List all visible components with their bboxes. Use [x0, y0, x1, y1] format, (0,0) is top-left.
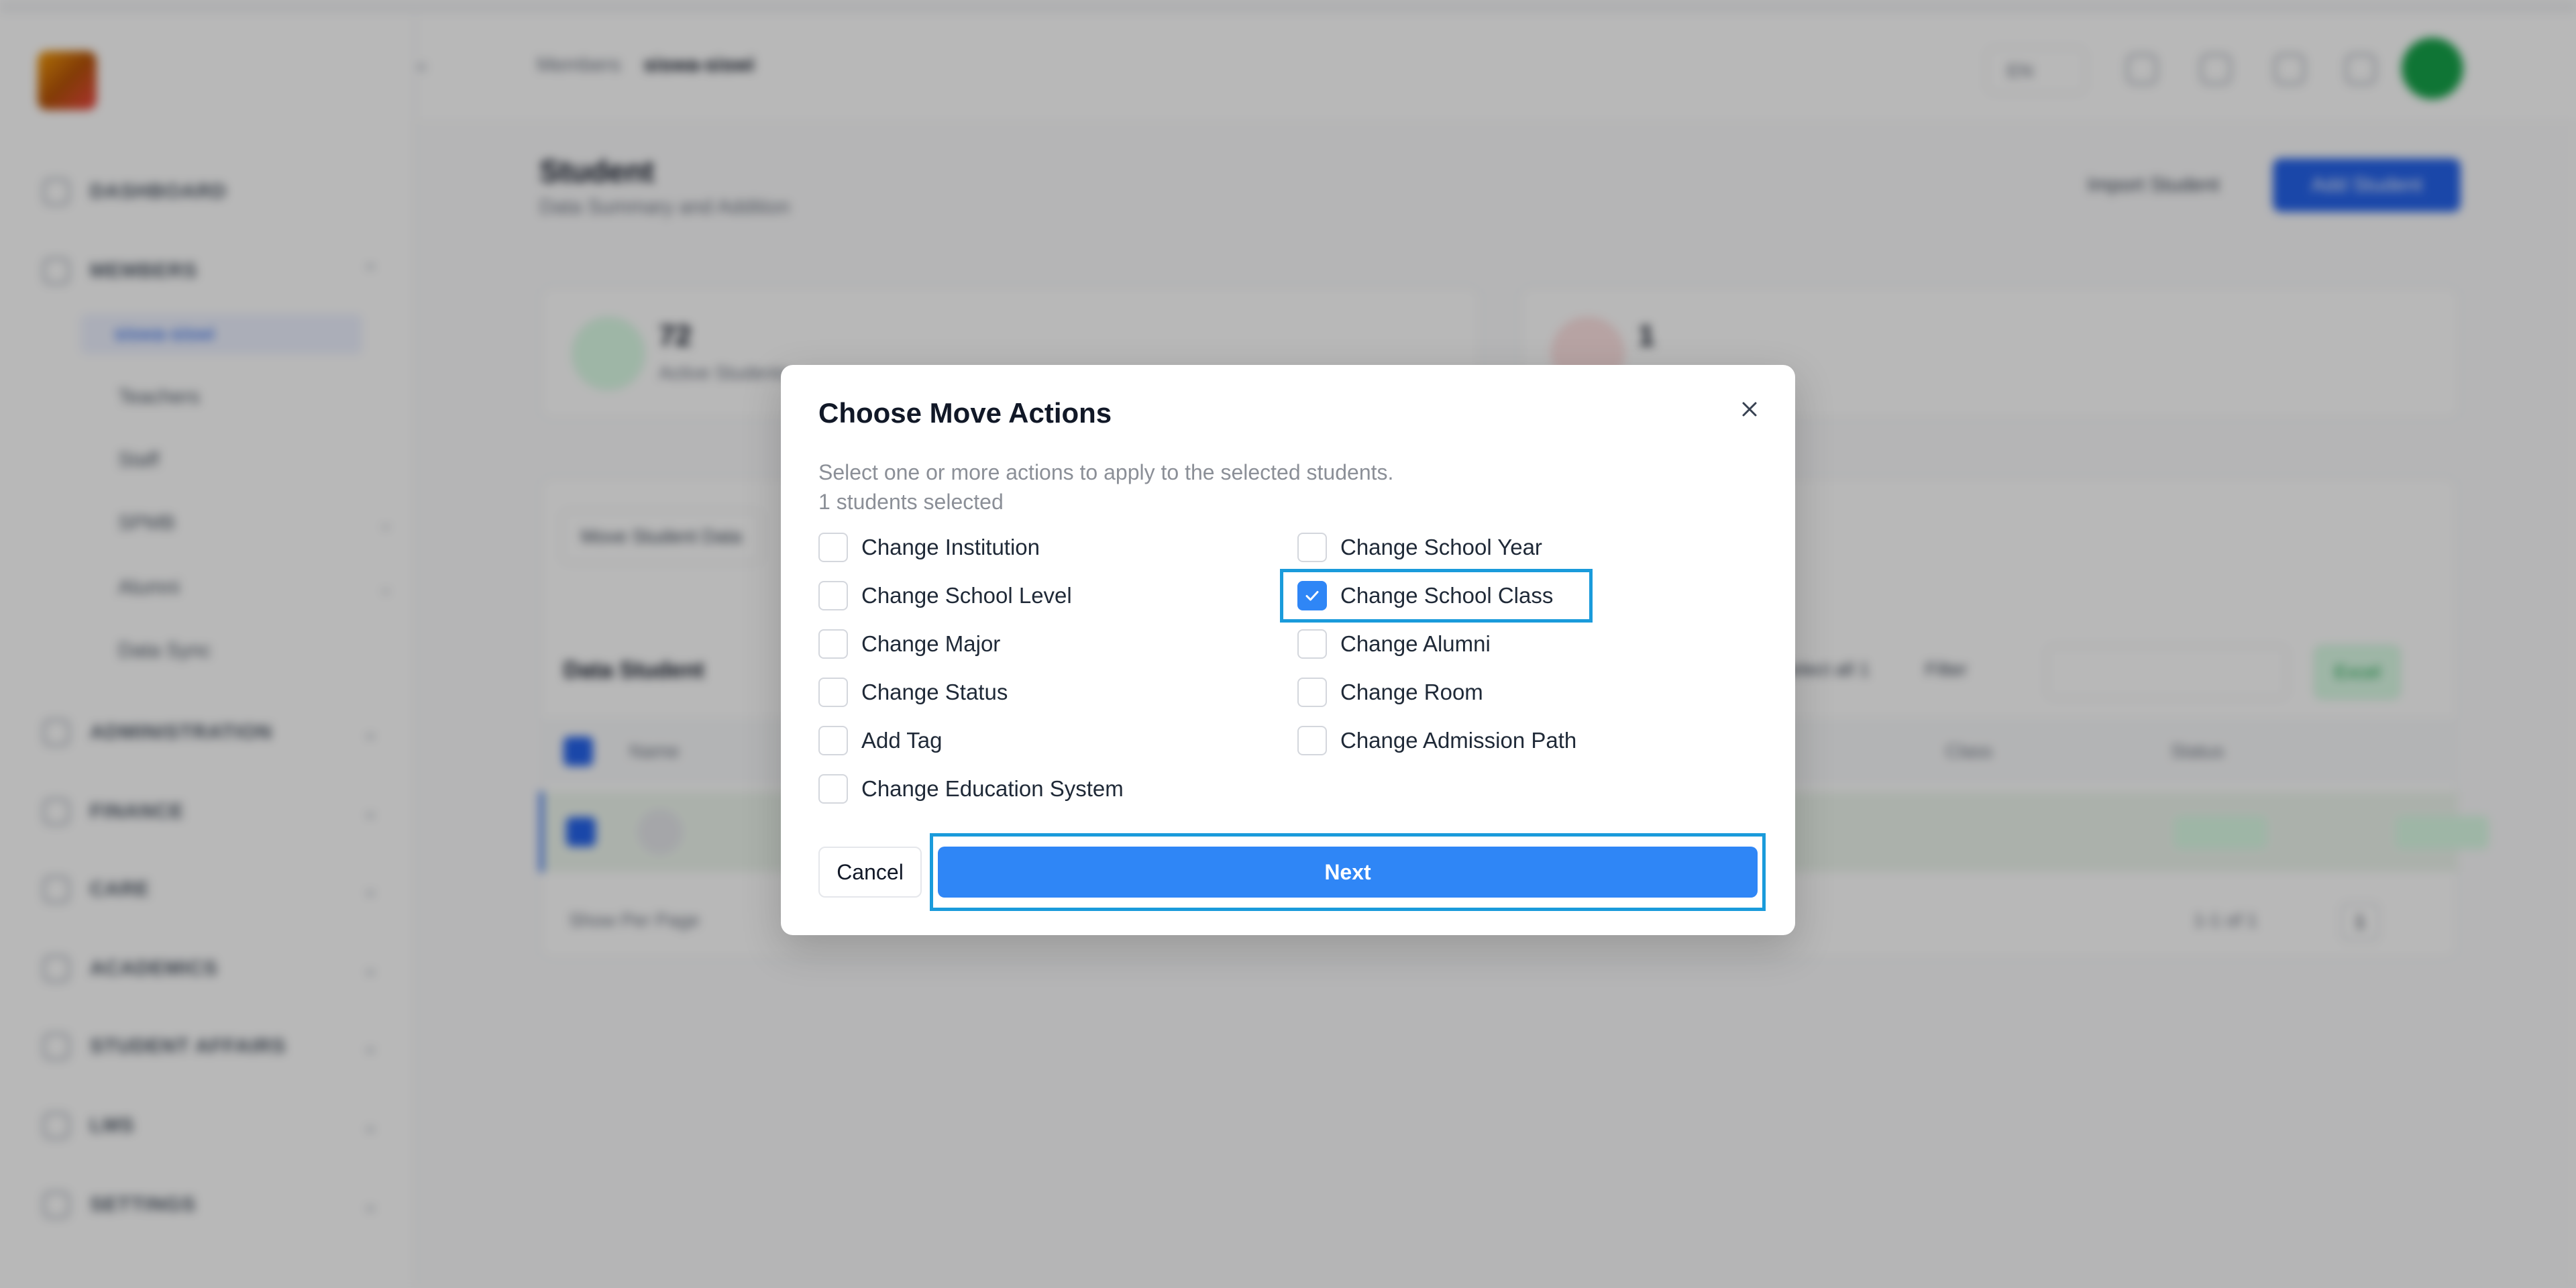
- option-change-school-class[interactable]: Change School Class: [1297, 577, 1553, 614]
- move-actions-dialog: Choose Move Actions Select one or more a…: [781, 365, 1795, 935]
- option-change-institution[interactable]: Change Institution: [818, 529, 1040, 566]
- option-change-admission-path[interactable]: Change Admission Path: [1297, 722, 1576, 759]
- option-label: Add Tag: [861, 728, 943, 753]
- option-change-alumni[interactable]: Change Alumni: [1297, 625, 1491, 663]
- option-change-room[interactable]: Change Room: [1297, 674, 1483, 711]
- option-change-school-level[interactable]: Change School Level: [818, 577, 1072, 614]
- checkbox[interactable]: [818, 678, 848, 707]
- option-change-education-system[interactable]: Change Education System: [818, 770, 1124, 808]
- option-label: Change Alumni: [1340, 631, 1491, 656]
- option-label: Change School Level: [861, 583, 1072, 608]
- option-label: Change School Class: [1340, 583, 1554, 608]
- option-label: Change Admission Path: [1340, 728, 1577, 753]
- dialog-description: Select one or more actions to apply to t…: [818, 460, 1394, 484]
- option-label: Change Institution: [861, 535, 1040, 559]
- option-change-status[interactable]: Change Status: [818, 674, 1008, 711]
- option-label: Change Major: [861, 631, 1001, 656]
- checkbox[interactable]: [1297, 678, 1327, 707]
- option-label: Change Room: [1340, 680, 1483, 704]
- checkbox[interactable]: [818, 726, 848, 755]
- checkbox[interactable]: [1297, 533, 1327, 562]
- checkbox[interactable]: [1297, 726, 1327, 755]
- option-label: Change Status: [861, 680, 1008, 704]
- checkbox[interactable]: [818, 774, 848, 804]
- option-add-tag[interactable]: Add Tag: [818, 722, 943, 759]
- selected-count: 1 students selected: [818, 490, 1004, 514]
- close-button[interactable]: [1736, 396, 1763, 423]
- option-label: Change School Year: [1340, 535, 1542, 559]
- checkbox[interactable]: [1297, 629, 1327, 659]
- dialog-title: Choose Move Actions: [818, 397, 1112, 429]
- cancel-button[interactable]: Cancel: [818, 847, 922, 898]
- option-label: Change Education System: [861, 776, 1124, 801]
- checkbox-checked[interactable]: [1297, 581, 1327, 610]
- check-icon: [1305, 591, 1319, 601]
- checkbox[interactable]: [818, 629, 848, 659]
- next-button[interactable]: Next: [938, 847, 1758, 898]
- option-change-major[interactable]: Change Major: [818, 625, 1000, 663]
- checkbox[interactable]: [818, 533, 848, 562]
- checkbox[interactable]: [818, 581, 848, 610]
- option-change-school-year[interactable]: Change School Year: [1297, 529, 1542, 566]
- close-icon: [1742, 402, 1757, 417]
